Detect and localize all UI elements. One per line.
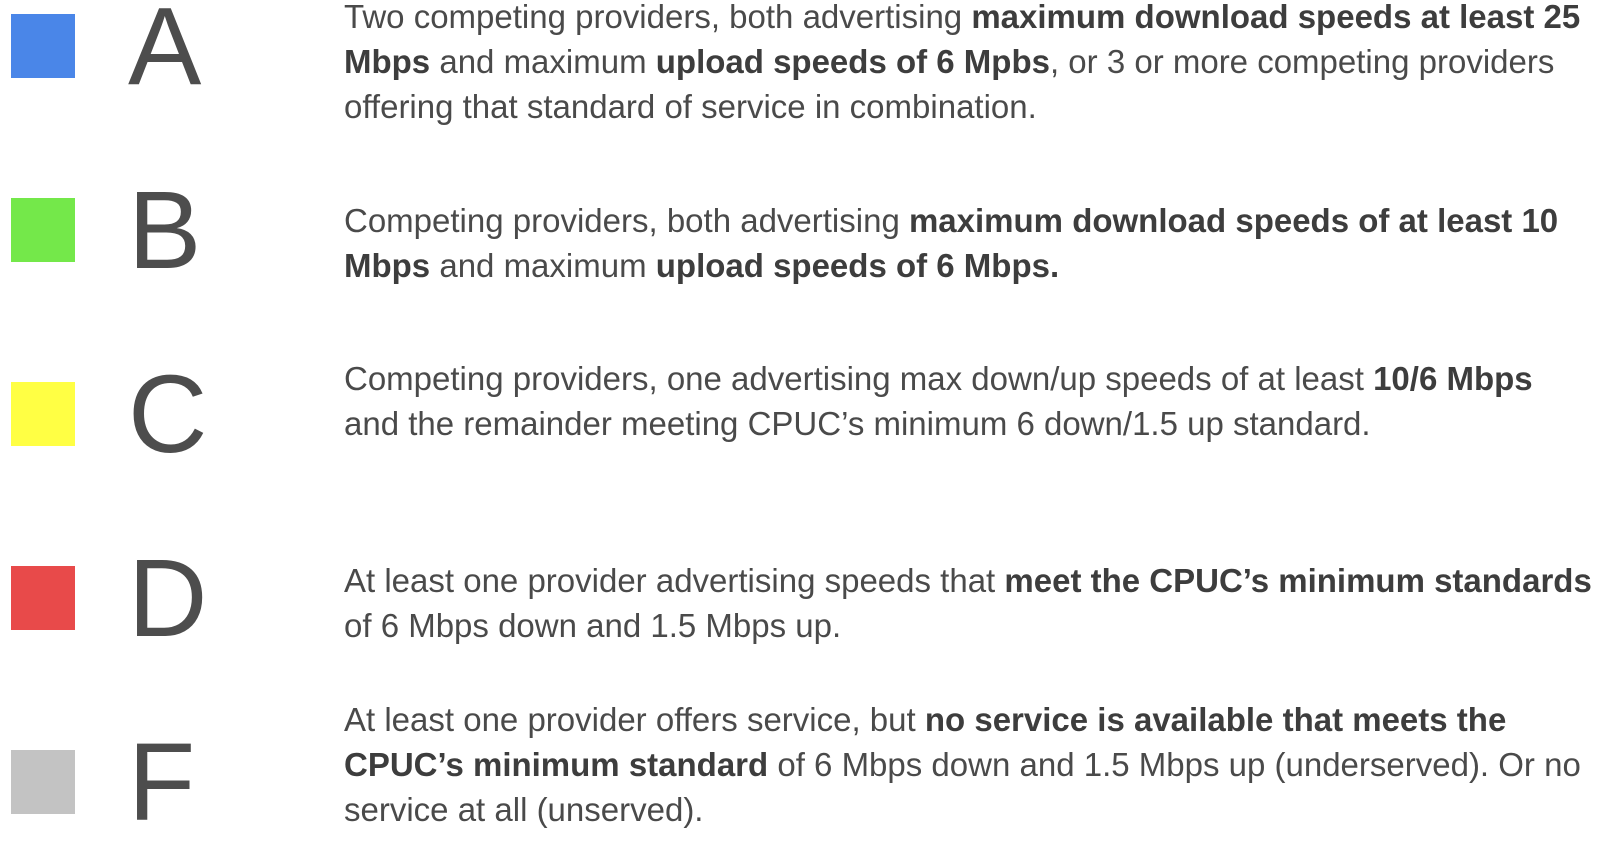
grade-swatch-d bbox=[11, 566, 75, 630]
description-segment: and maximum bbox=[430, 43, 656, 80]
description-segment: Competing providers, one advertising max… bbox=[344, 360, 1374, 397]
grade-letter-c: C bbox=[128, 353, 208, 476]
grade-description-d: At least one provider advertising speeds… bbox=[344, 558, 1594, 648]
grade-swatch-f bbox=[11, 750, 75, 814]
grade-swatch-a bbox=[11, 14, 75, 78]
grade-swatch-b bbox=[11, 198, 75, 262]
description-segment-bold: upload speeds of 6 Mpbs bbox=[655, 43, 1050, 80]
grade-letter-a: A bbox=[128, 0, 202, 108]
grade-letter-b: B bbox=[128, 169, 202, 292]
grade-description-c: Competing providers, one advertising max… bbox=[344, 356, 1594, 446]
description-segment: and maximum bbox=[430, 247, 656, 284]
description-segment: Two competing providers, both advertisin… bbox=[344, 0, 972, 35]
description-segment: At least one provider offers service, bu… bbox=[344, 701, 925, 738]
grade-letter-d: D bbox=[128, 537, 208, 660]
description-segment: of 6 Mbps down and 1.5 Mbps up. bbox=[344, 607, 842, 644]
description-segment: Competing providers, both advertising bbox=[344, 202, 909, 239]
description-segment-bold: meet the CPUC’s minimum standards bbox=[1004, 562, 1592, 599]
grade-description-a: Two competing providers, both advertisin… bbox=[344, 0, 1594, 129]
grade-swatch-c bbox=[11, 382, 75, 446]
grade-letter-f: F bbox=[128, 721, 196, 844]
description-segment: and the remainder meeting CPUC’s minimum… bbox=[344, 405, 1371, 442]
grade-description-f: At least one provider offers service, bu… bbox=[344, 697, 1594, 832]
grade-legend: A Two competing providers, both advertis… bbox=[0, 0, 1604, 840]
description-segment: At least one provider advertising speeds… bbox=[344, 562, 1005, 599]
description-segment-bold: upload speeds of 6 Mbps. bbox=[655, 247, 1060, 284]
description-segment-bold: 10/6 Mbps bbox=[1373, 360, 1533, 397]
grade-description-b: Competing providers, both advertising ma… bbox=[344, 198, 1594, 288]
